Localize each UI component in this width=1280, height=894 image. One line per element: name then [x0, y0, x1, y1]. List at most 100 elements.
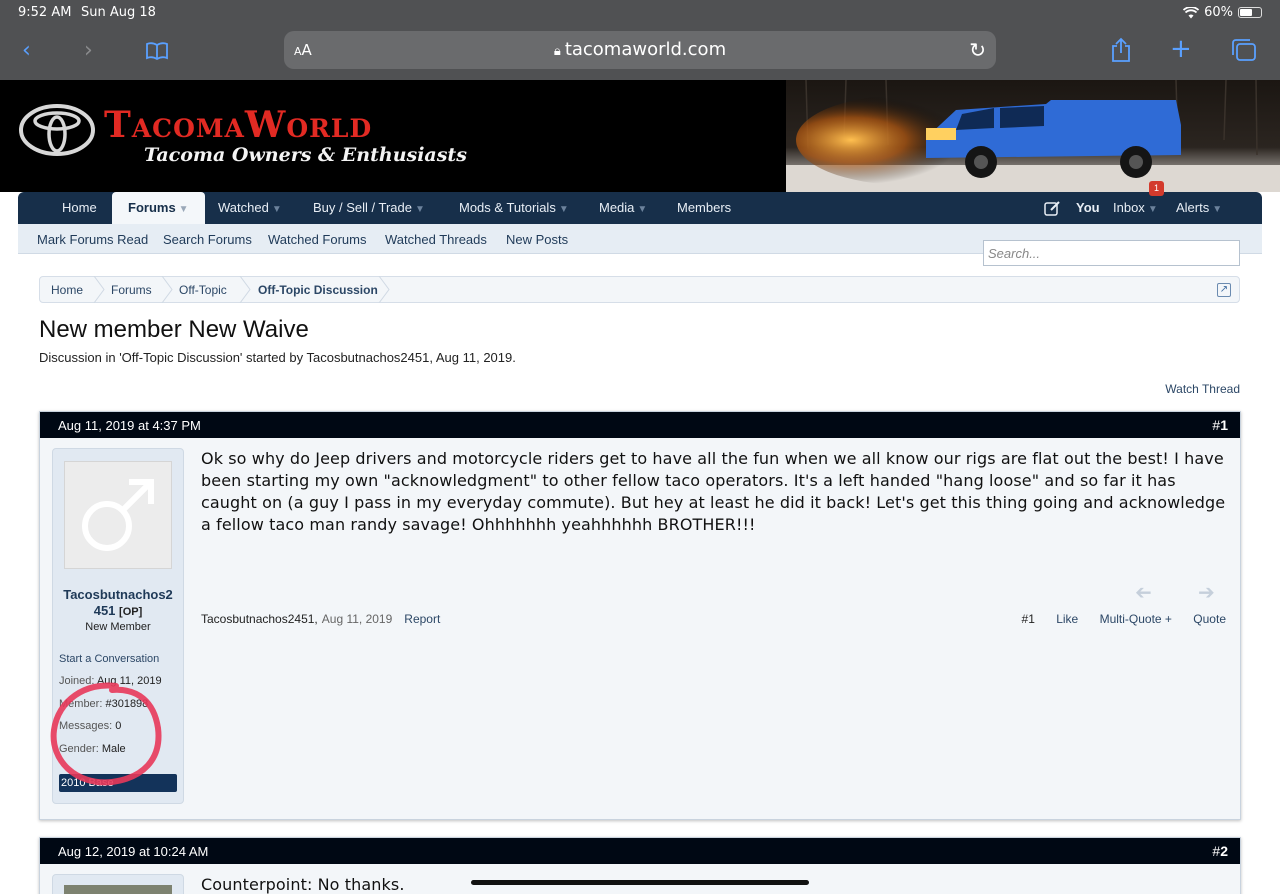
subnav-watched-threads[interactable]: Watched Threads [385, 232, 487, 247]
address-bar[interactable]: AA 🔒︎ tacomaworld.com ↻ [284, 31, 996, 69]
caret-down-icon[interactable]: ▼ [179, 204, 189, 215]
new-tab-icon[interactable]: + [1170, 36, 1192, 62]
caret-down-icon[interactable]: ▼ [415, 204, 425, 215]
reload-icon[interactable]: ↻ [969, 38, 986, 62]
avatar[interactable] [64, 461, 172, 569]
username[interactable]: Tacosbutnachos2 451 [OP] [53, 587, 183, 620]
op-tag: [OP] [119, 606, 143, 618]
post-1: Aug 11, 2019 at 4:37 PM #1 Tacosbutnacho… [39, 411, 1241, 820]
post-body: Counterpoint: No thanks. [201, 875, 405, 894]
share-icon[interactable] [1110, 37, 1132, 63]
browser-toolbar: ‹ › AA 🔒︎ tacomaworld.com ↻ + [0, 26, 1280, 80]
user-info-box [52, 874, 184, 894]
inbox-count-badge: 1 [1149, 181, 1164, 196]
status-date: Sun Aug 18 [81, 5, 156, 20]
main-nav: Home Forums ▼ Watched ▼ Buy / Sell / Trade… [18, 192, 1262, 224]
nav-inbox[interactable]: Inbox ▼ [1113, 192, 1158, 224]
status-right: 60% [1183, 5, 1262, 20]
caret-down-icon[interactable]: ▼ [637, 204, 647, 215]
lock-icon: 🔒︎ [553, 44, 561, 59]
caret-down-icon[interactable]: ▼ [1148, 204, 1158, 215]
multi-quote-button[interactable]: Multi-Quote + [1100, 612, 1172, 626]
nav-watched[interactable]: Watched ▼ [218, 192, 282, 224]
post-number[interactable]: #2 [1212, 843, 1228, 859]
nav-inbox-label: Inbox [1113, 200, 1145, 215]
tabs-icon[interactable] [1231, 38, 1257, 62]
nav-alerts-label: Alerts [1176, 200, 1210, 215]
like-button[interactable]: Like [1056, 612, 1078, 626]
brand-title[interactable]: TacomaWorld [104, 104, 372, 146]
wifi-icon [1183, 6, 1200, 18]
breadcrumb-separator [93, 276, 105, 303]
report-link[interactable]: Report [404, 612, 440, 626]
nav-forums[interactable]: Forums ▼ [112, 192, 205, 224]
site-header: TacomaWorld Tacoma Owners & Enthusiasts [0, 80, 1280, 192]
breadcrumb-forums[interactable]: Forums [111, 283, 152, 297]
post-number-value: 1 [1220, 417, 1228, 433]
breadcrumb-separator [239, 276, 251, 303]
post-date[interactable]: Aug 12, 2019 at 10:24 AM [58, 844, 208, 859]
subnav-new-posts[interactable]: New Posts [506, 232, 568, 247]
nav-members[interactable]: Members [677, 192, 731, 224]
nav-watched-label: Watched [218, 200, 269, 215]
start-conversation-link[interactable]: Start a Conversation [59, 653, 159, 665]
url-host: 🔒︎ tacomaworld.com [553, 39, 727, 60]
post-2: Aug 12, 2019 at 10:24 AM #2 Counterpoint… [39, 837, 1241, 894]
annotation-circle [50, 682, 162, 786]
nav-you[interactable]: You [1076, 192, 1100, 224]
post-number[interactable]: #1 [1212, 417, 1228, 433]
ios-status-bar: 9:52 AM Sun Aug 18 60% [0, 0, 1280, 26]
nav-forums-label: Forums [128, 200, 176, 215]
subnav-mark-forums-read[interactable]: Mark Forums Read [37, 232, 148, 247]
nav-home[interactable]: Home [62, 192, 97, 224]
arrow-right-icon[interactable]: ➔ [1198, 580, 1215, 604]
breadcrumb-home[interactable]: Home [51, 283, 83, 297]
user-title: New Member [85, 621, 151, 633]
brand-subtitle: Tacoma Owners & Enthusiasts [144, 144, 467, 166]
breadcrumb: Home Forums Off-Topic Off-Topic Discussi… [39, 276, 1240, 303]
male-symbol-icon [82, 479, 154, 551]
post-author[interactable]: Tacosbutnachos2451, [201, 612, 318, 626]
battery-percent: 60% [1204, 5, 1233, 20]
back-icon[interactable]: ‹ [22, 40, 31, 62]
caret-down-icon[interactable]: ▼ [272, 204, 282, 215]
nav-you-label: You [1076, 200, 1100, 215]
watch-thread-link[interactable]: Watch Thread [1165, 382, 1240, 396]
nav-mods-label: Mods & Tutorials [459, 200, 556, 215]
toyota-logo[interactable] [18, 104, 96, 156]
nav-mods-tutorials[interactable]: Mods & Tutorials ▼ [459, 192, 569, 224]
page-title: New member New Waive [39, 316, 309, 343]
nav-buy-sell-label: Buy / Sell / Trade [313, 200, 412, 215]
breadcrumb-off-topic[interactable]: Off-Topic [179, 283, 227, 297]
username-line-2: 451 [93, 603, 116, 618]
arrow-left-icon[interactable]: ➔ [1135, 580, 1152, 604]
nav-alerts[interactable]: Alerts ▼ [1176, 192, 1222, 224]
username-line-1: Tacosbutnachos2 [63, 587, 173, 602]
forward-icon[interactable]: › [84, 40, 93, 62]
avatar[interactable] [64, 885, 172, 894]
post-header: Aug 12, 2019 at 10:24 AM #2 [40, 838, 1240, 864]
nav-media-label: Media [599, 200, 635, 215]
compose-icon[interactable] [1044, 200, 1061, 216]
post-author-date[interactable]: Aug 11, 2019 [322, 612, 393, 626]
post-actions: #1 Like Multi-Quote + Quote [1022, 612, 1226, 626]
breadcrumb-off-topic-discussion[interactable]: Off-Topic Discussion [258, 283, 378, 297]
nav-members-label: Members [677, 200, 732, 215]
post-date[interactable]: Aug 11, 2019 at 4:37 PM [58, 418, 201, 433]
bookmarks-icon[interactable] [145, 41, 169, 61]
quote-button[interactable]: Quote [1193, 612, 1226, 626]
nav-media[interactable]: Media ▼ [599, 192, 647, 224]
post-number-value: 2 [1220, 843, 1228, 859]
nav-buy-sell-trade[interactable]: Buy / Sell / Trade ▼ [313, 192, 425, 224]
post-footer-number[interactable]: #1 [1022, 612, 1035, 626]
post-body: Ok so why do Jeep drivers and motorcycle… [201, 449, 1226, 534]
caret-down-icon[interactable]: ▼ [559, 204, 569, 215]
status-time: 9:52 AM [18, 5, 72, 20]
search-input[interactable]: Search... [983, 240, 1240, 266]
subnav-search-forums[interactable]: Search Forums [163, 232, 252, 247]
caret-down-icon[interactable]: ▼ [1212, 204, 1222, 215]
breadcrumb-separator [161, 276, 173, 303]
subnav-watched-forums[interactable]: Watched Forums [268, 232, 367, 247]
popout-icon[interactable]: ↗ [1217, 283, 1231, 297]
thread-description: Discussion in 'Off-Topic Discussion' sta… [39, 350, 516, 365]
